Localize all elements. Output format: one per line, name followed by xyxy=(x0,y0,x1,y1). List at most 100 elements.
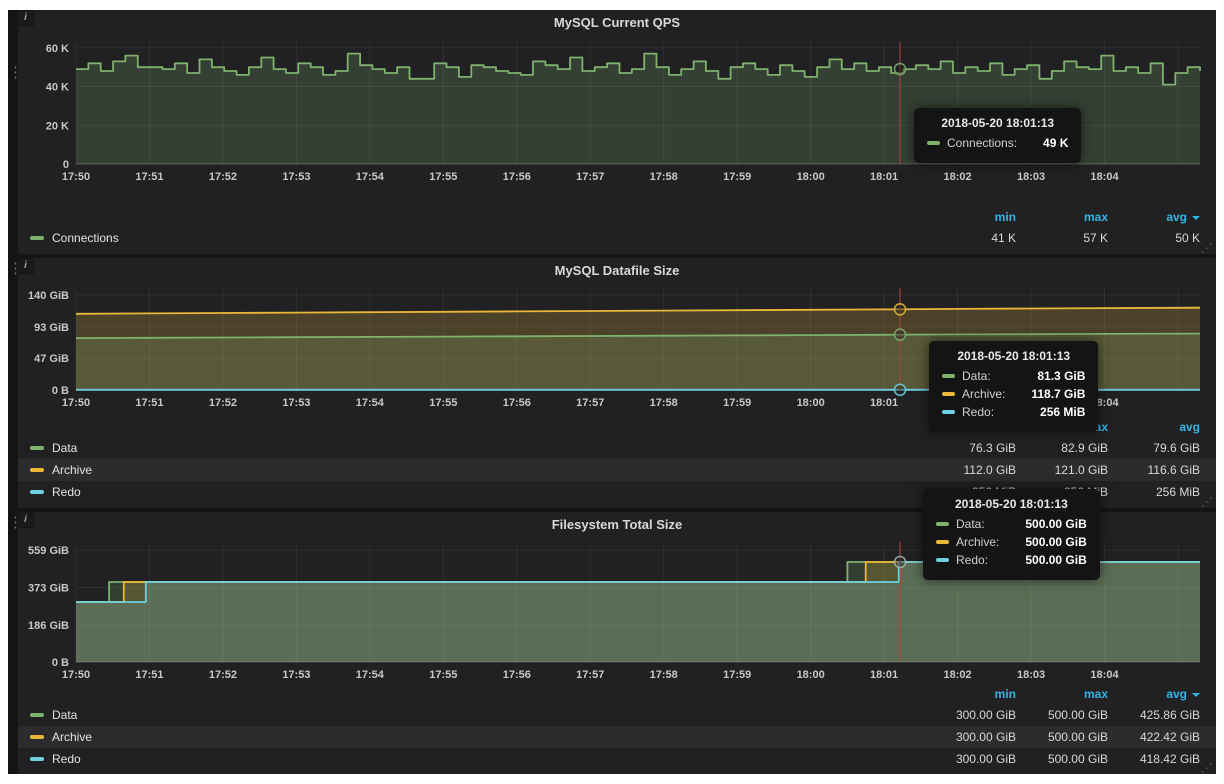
svg-text:17:53: 17:53 xyxy=(282,669,310,681)
row-drag-handle[interactable]: ⋮ xyxy=(8,258,18,508)
series-dash-icon xyxy=(942,374,955,378)
svg-text:18:03: 18:03 xyxy=(1017,669,1045,681)
legend-sort-avg[interactable]: avg xyxy=(1108,420,1200,434)
svg-text:17:59: 17:59 xyxy=(723,171,751,183)
svg-text:559 GiB: 559 GiB xyxy=(28,545,69,557)
series-dash-icon xyxy=(936,540,949,544)
legend-max-value: 500.00 GiB xyxy=(1016,730,1108,744)
tooltip-series-value: 256 MiB xyxy=(1014,405,1085,419)
tooltip-qps: 2018-05-20 18:01:13 Connections: 49 K xyxy=(914,108,1081,163)
drag-dots-icon: ⋮ xyxy=(8,68,18,77)
svg-text:17:56: 17:56 xyxy=(503,171,531,183)
svg-text:17:59: 17:59 xyxy=(723,669,751,681)
legend-sort-min[interactable]: min xyxy=(924,687,1016,701)
series-dash-icon xyxy=(30,735,44,739)
series-toggle-redo[interactable]: Redo xyxy=(52,485,81,499)
series-dash-icon xyxy=(30,757,44,761)
chevron-down-icon xyxy=(1192,216,1200,220)
legend-sort-max[interactable]: max xyxy=(1016,210,1108,224)
series-dash-icon xyxy=(936,522,949,526)
svg-text:140 GiB: 140 GiB xyxy=(28,290,69,302)
legend-header-row: min max avg xyxy=(18,207,1216,227)
legend-min-value: 76.3 GiB xyxy=(924,441,1016,455)
svg-text:18:01: 18:01 xyxy=(870,669,898,681)
tooltip-series-value: 49 K xyxy=(1017,136,1068,150)
tooltip-series-label: Redo: xyxy=(956,553,988,567)
svg-text:18:02: 18:02 xyxy=(943,171,971,183)
series-toggle-data[interactable]: Data xyxy=(52,441,77,455)
svg-text:17:59: 17:59 xyxy=(723,397,751,409)
svg-text:17:56: 17:56 xyxy=(503,397,531,409)
panel-resize-handle[interactable]: ⋰ xyxy=(1201,762,1213,774)
tooltip-timestamp: 2018-05-20 18:01:13 xyxy=(942,349,1085,363)
legend-min-value: 300.00 GiB xyxy=(924,730,1016,744)
legend-row-archive: Archive 300.00 GiB 500.00 GiB 422.42 GiB xyxy=(18,726,1216,748)
legend-sort-avg[interactable]: avg xyxy=(1108,210,1200,224)
svg-text:18:01: 18:01 xyxy=(870,397,898,409)
svg-text:0 B: 0 B xyxy=(52,657,69,669)
legend-max-value: 121.0 GiB xyxy=(1016,463,1108,477)
legend-avg-value: 79.6 GiB xyxy=(1108,441,1200,455)
svg-text:17:50: 17:50 xyxy=(62,171,90,183)
svg-text:373 GiB: 373 GiB xyxy=(28,582,69,594)
svg-text:18:04: 18:04 xyxy=(1090,171,1119,183)
series-toggle-connections[interactable]: Connections xyxy=(52,231,119,245)
legend-avg-value: 50 K xyxy=(1108,231,1200,245)
legend-sort-min[interactable]: min xyxy=(924,210,1016,224)
legend-row-redo: Redo 300.00 GiB 500.00 GiB 418.42 GiB xyxy=(18,748,1216,770)
svg-text:17:54: 17:54 xyxy=(356,171,385,183)
row-drag-handle[interactable]: ⋮ xyxy=(8,10,18,254)
legend-avg-value: 256 MiB xyxy=(1108,485,1200,499)
svg-text:18:01: 18:01 xyxy=(870,171,898,183)
tooltip-timestamp: 2018-05-20 18:01:13 xyxy=(936,497,1087,511)
panel-title[interactable]: Filesystem Total Size xyxy=(552,517,683,532)
info-corner-icon[interactable]: i xyxy=(18,10,34,26)
row-drag-handle[interactable]: ⋮ xyxy=(8,512,18,774)
svg-text:17:57: 17:57 xyxy=(576,171,604,183)
panel-resize-handle[interactable]: ⋰ xyxy=(1201,496,1213,508)
panel-title[interactable]: MySQL Datafile Size xyxy=(555,263,680,278)
tooltip-filesystem: 2018-05-20 18:01:13 Data: 500.00 GiB Arc… xyxy=(923,489,1100,580)
drag-dots-icon: ⋮ xyxy=(8,264,18,273)
series-toggle-archive[interactable]: Archive xyxy=(52,463,92,477)
tooltip-datafile: 2018-05-20 18:01:13 Data: 81.3 GiB Archi… xyxy=(929,341,1098,432)
svg-text:47 GiB: 47 GiB xyxy=(34,353,69,365)
svg-text:17:53: 17:53 xyxy=(282,171,310,183)
tooltip-series-value: 500.00 GiB xyxy=(999,553,1086,567)
legend-sort-avg[interactable]: avg xyxy=(1108,687,1200,701)
svg-text:18:00: 18:00 xyxy=(797,397,825,409)
svg-text:17:50: 17:50 xyxy=(62,669,90,681)
tooltip-series-label: Data: xyxy=(962,369,991,383)
series-toggle-data[interactable]: Data xyxy=(52,708,77,722)
series-toggle-redo[interactable]: Redo xyxy=(52,752,81,766)
info-corner-icon[interactable]: i xyxy=(18,512,34,528)
svg-text:93 GiB: 93 GiB xyxy=(34,322,69,334)
svg-text:17:51: 17:51 xyxy=(135,171,163,183)
legend-avg-value: 418.42 GiB xyxy=(1108,752,1200,766)
svg-text:17:57: 17:57 xyxy=(576,397,604,409)
svg-text:18:02: 18:02 xyxy=(943,669,971,681)
drag-dots-icon: ⋮ xyxy=(8,518,18,527)
svg-text:17:58: 17:58 xyxy=(650,669,678,681)
svg-text:18:04: 18:04 xyxy=(1090,669,1119,681)
svg-text:17:52: 17:52 xyxy=(209,669,237,681)
svg-text:17:58: 17:58 xyxy=(650,171,678,183)
legend-avg-value: 116.6 GiB xyxy=(1108,463,1200,477)
series-dash-icon xyxy=(942,392,955,396)
panel-title[interactable]: MySQL Current QPS xyxy=(554,15,680,30)
legend-max-value: 82.9 GiB xyxy=(1016,441,1108,455)
tooltip-series-label: Archive: xyxy=(956,535,999,549)
legend-min-value: 300.00 GiB xyxy=(924,708,1016,722)
legend-header-row: min max avg xyxy=(18,684,1216,704)
series-dash-icon xyxy=(936,558,949,562)
tooltip-series-label: Archive: xyxy=(962,387,1005,401)
tooltip-series-label: Redo: xyxy=(962,405,994,419)
tooltip-series-label: Data: xyxy=(956,517,985,531)
panel-resize-handle[interactable]: ⋰ xyxy=(1201,242,1213,254)
svg-text:17:58: 17:58 xyxy=(650,397,678,409)
panel-header: MySQL Datafile Size xyxy=(18,258,1216,282)
tooltip-timestamp: 2018-05-20 18:01:13 xyxy=(927,116,1068,130)
info-corner-icon[interactable]: i xyxy=(18,258,34,274)
series-toggle-archive[interactable]: Archive xyxy=(52,730,92,744)
legend-sort-max[interactable]: max xyxy=(1016,687,1108,701)
